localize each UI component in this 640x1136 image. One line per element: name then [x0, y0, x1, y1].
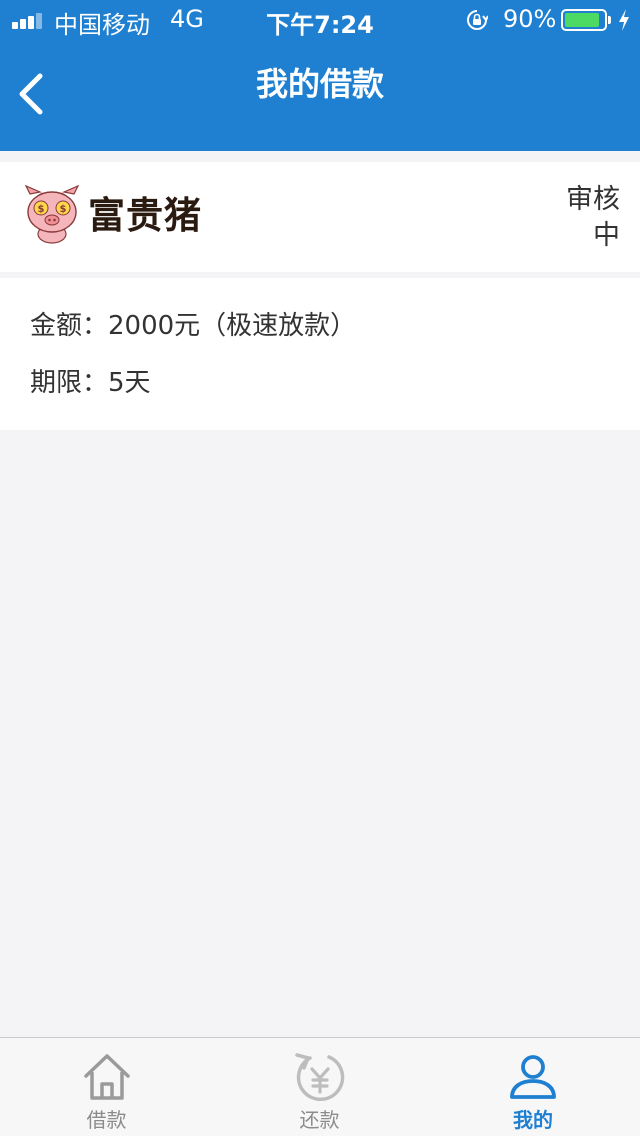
home-icon	[83, 1054, 130, 1100]
tab-bar: 借款 还款 我的	[0, 1037, 640, 1136]
tab-repay-label: 还款	[299, 1108, 340, 1132]
tab-repay[interactable]: 还款	[213, 1038, 426, 1136]
top-bar: 中国移动 4G 下午7:24 90% 我的借款	[0, 0, 640, 151]
charging-bolt-icon	[619, 9, 629, 31]
svg-text:$: $	[60, 204, 67, 215]
page-title: 我的借款	[255, 65, 384, 103]
user-icon	[510, 1055, 556, 1099]
orientation-lock-icon	[467, 10, 488, 30]
battery-percent: 90%	[503, 5, 557, 33]
loan-status: 审核中	[566, 184, 620, 251]
status-bar: 中国移动 4G 下午7:24 90%	[0, 0, 640, 40]
tab-mine[interactable]: 我的	[426, 1038, 640, 1136]
loan-amount: 金额：2000元（极速放款）	[30, 311, 357, 341]
svg-text:$: $	[38, 204, 45, 215]
tab-borrow-label: 借款	[86, 1108, 127, 1132]
repay-yen-icon	[294, 1053, 344, 1102]
nav-bar: 我的借款	[0, 40, 640, 151]
loan-term: 期限：5天	[30, 368, 151, 398]
tab-borrow[interactable]: 借款	[0, 1038, 213, 1136]
loan-card-header[interactable]: $ $ 富贵猪 审核中	[0, 162, 640, 272]
tab-mine-label: 我的	[513, 1108, 553, 1132]
loan-details: 金额：2000元（极速放款） 期限：5天	[0, 278, 640, 430]
brand-name: 富贵猪	[88, 194, 202, 237]
battery-icon	[561, 9, 611, 31]
pig-logo-icon: $ $	[24, 184, 80, 244]
